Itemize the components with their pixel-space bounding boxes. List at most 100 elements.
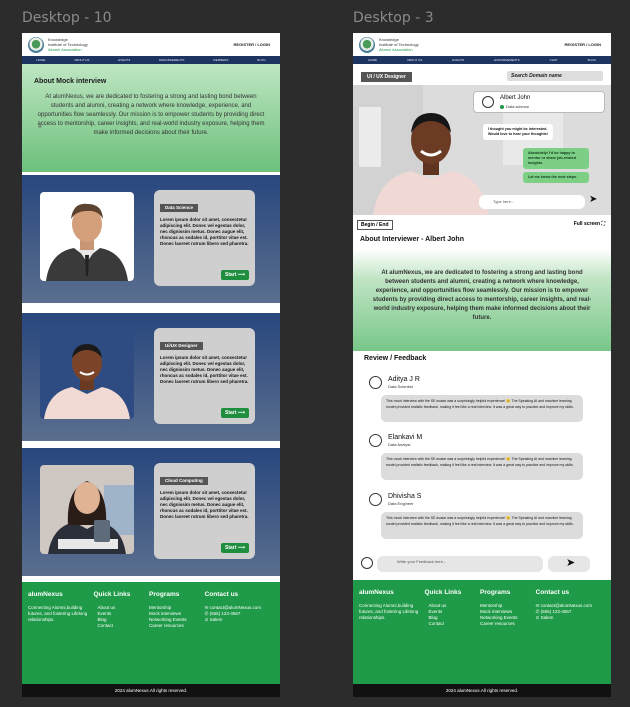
- frame-label-left: Desktop - 10: [22, 10, 112, 26]
- footer-programs: Programs Mentorship Mock interviews Netw…: [149, 591, 205, 674]
- footer-programs: Programs Mentorship Mock interviews Netw…: [480, 589, 536, 676]
- institute-logo-icon[interactable]: [28, 36, 44, 53]
- footer-email[interactable]: contact@alumNexus.com: [541, 603, 592, 608]
- register-login-link[interactable]: REGISTER / LOGIN: [234, 42, 270, 47]
- register-login-link[interactable]: REGISTER / LOGIN: [565, 42, 601, 47]
- reviewer-avatar-icon: [369, 493, 382, 506]
- user-avatar-icon: [361, 557, 373, 569]
- footer-contact: Contact us ✉ contact@alumNexus.com ✆ (55…: [204, 591, 274, 674]
- send-icon[interactable]: ➤: [566, 556, 575, 569]
- arrow-right-icon: ⟶: [237, 545, 245, 551]
- start-button[interactable]: Start ⟶: [221, 270, 249, 280]
- footer-email[interactable]: contact@alumNexus.com: [210, 605, 261, 610]
- desktop-3-frame: Knowledge Institute of Technology Alumni…: [353, 33, 611, 697]
- site-footer: alumNexus Connecting Alumni,building fut…: [353, 580, 611, 686]
- mentor-photo-3: [40, 465, 134, 554]
- reviewer-role: Data Scientist: [388, 384, 413, 389]
- phone-icon: ✆: [204, 611, 209, 616]
- footer-phone[interactable]: (555) 123-4567: [210, 611, 241, 616]
- review-text: This mock interview with the SE avatar w…: [381, 512, 583, 539]
- chat-input[interactable]: Type here...: [479, 195, 585, 209]
- arrow-right-icon: ⟶: [237, 272, 245, 278]
- nav-members[interactable]: MEMBERS: [213, 58, 228, 62]
- footer-brand-col: alumNexus Connecting Alumni,building fut…: [359, 589, 424, 676]
- nav-endorsements[interactable]: ENDORSEMENTS: [494, 58, 519, 62]
- start-button[interactable]: Start ⟶: [221, 408, 249, 418]
- footer-contact-title: Contact us: [535, 589, 570, 596]
- nav-chat[interactable]: CHAT: [550, 58, 558, 62]
- footer-program-4[interactable]: Career resources: [480, 621, 536, 627]
- fullscreen-icon: ⛶: [601, 221, 605, 227]
- interview-video-panel: Albert John Data science I thought you m…: [353, 85, 611, 215]
- role-tag: UI / UX Designer: [361, 72, 412, 82]
- send-icon[interactable]: ➤: [589, 194, 597, 205]
- nav-events[interactable]: EVENTS: [452, 58, 464, 62]
- chat-message-sent: Absolutely! I'd be happy to mentor or sh…: [523, 148, 589, 169]
- user-avatar-icon: [482, 96, 494, 108]
- arrow-right-icon: ⟶: [237, 410, 245, 416]
- reviewer-role: Data Engineer: [388, 501, 414, 506]
- domain-search-input[interactable]: Search Domain name: [507, 71, 603, 81]
- desktop-10-frame: Knowledge Institute of Technology Alumni…: [22, 33, 280, 697]
- nav-about[interactable]: ABOUT US: [407, 58, 422, 62]
- review-text: This mock interview with the SE avatar w…: [381, 395, 583, 422]
- footer-link-contact[interactable]: Contact: [428, 621, 480, 627]
- institute-name: Knowledge Institute of Technology Alumni…: [379, 37, 419, 52]
- mail-icon: ✉: [204, 605, 209, 610]
- footer-quick-links: Quick Links About us Events Blog Contact: [93, 591, 149, 674]
- chat-panel: Albert John Data science I thought you m…: [473, 91, 605, 211]
- interview-toolbar: UI / UX Designer Search Domain name: [353, 70, 611, 84]
- copyright: 2024 alumNexus.All rights reserved.: [22, 684, 280, 697]
- site-footer: alumNexus Connecting Alumni,building fut…: [22, 582, 280, 684]
- nav-blog[interactable]: BLOG: [588, 58, 596, 62]
- domain-card-data-science: Data Science Lorem ipsum dolor sit amet,…: [22, 175, 280, 303]
- reviewer-role: Data Analyst: [388, 442, 411, 447]
- reviewer-avatar-icon: [369, 376, 382, 389]
- nav-home[interactable]: HOME: [36, 58, 45, 62]
- review-title: Review / Feedback: [364, 355, 427, 362]
- main-nav: HOME ABOUT US EVENTS ENDORSEMENTS MEMBER…: [22, 56, 280, 64]
- review-text: This mock interview with the SE avatar w…: [381, 453, 583, 480]
- domain-info-card: Ui/UX Designer Lorem ipsum dolor sit ame…: [154, 328, 255, 424]
- phone-icon: ✆: [535, 609, 540, 614]
- domain-description: Lorem ipsum dolor sit amet, consectetur …: [160, 354, 249, 384]
- footer-brand: alumNexus: [359, 589, 394, 596]
- chat-user-name: Albert John: [500, 95, 531, 101]
- domain-info-card: Data Science Lorem ipsum dolor sit amet,…: [154, 190, 255, 286]
- location-icon: ⊙: [535, 615, 540, 620]
- domain-tag: Cloud Computing: [160, 476, 208, 485]
- footer-brand-text: Connecting Alumni,building futures, and …: [28, 605, 88, 622]
- chat-user-status: Data science: [506, 104, 530, 109]
- footer-link-contact[interactable]: Contact: [97, 623, 149, 629]
- nav-home[interactable]: HOME: [368, 58, 377, 62]
- site-header: Knowledge Institute of Technology Alumni…: [22, 33, 280, 56]
- about-mock-text: At alumNexus, we are dedicated to foster…: [37, 94, 265, 136]
- start-button[interactable]: Start ⟶: [221, 543, 249, 553]
- fullscreen-button[interactable]: Full screen ⛶: [574, 221, 605, 227]
- domain-card-uiux: Ui/UX Designer Lorem ipsum dolor sit ame…: [22, 313, 280, 441]
- institute-logo-icon[interactable]: [359, 36, 375, 53]
- footer-programs-title: Programs: [149, 591, 180, 598]
- location-icon: ⊙: [204, 617, 209, 622]
- institute-name: Knowledge Institute of Technology Alumni…: [48, 37, 88, 52]
- footer-quick-title: Quick Links: [424, 589, 462, 596]
- footer-phone[interactable]: (555) 123-4567: [541, 609, 572, 614]
- footer-program-4[interactable]: Career resources: [149, 623, 205, 629]
- nav-endorsements[interactable]: ENDORSEMENTS: [159, 58, 184, 62]
- footer-brand-text: Connecting Alumni,building futures, and …: [359, 603, 419, 620]
- start-button-label: Start: [225, 272, 237, 278]
- start-button-label: Start: [225, 545, 237, 551]
- nav-blog[interactable]: BLOG: [257, 58, 265, 62]
- about-mock-section: About Mock interview At alumNexus, we ar…: [22, 64, 280, 172]
- footer-brand: alumNexus: [28, 591, 63, 598]
- fullscreen-label: Full screen: [573, 221, 601, 227]
- mentor-photo-2: [40, 330, 134, 419]
- begin-end-button[interactable]: Begin / End: [357, 220, 393, 230]
- main-nav: HOME ABOUT US EVENTS ENDORSEMENTS CHAT B…: [353, 56, 611, 64]
- reviewer-avatar-icon: [369, 434, 382, 447]
- feedback-input[interactable]: Write your Feedback here...: [377, 556, 543, 572]
- nav-events[interactable]: EVENTS: [118, 58, 130, 62]
- mail-icon: ✉: [535, 603, 540, 608]
- reviewer-name: Aditya J R: [388, 376, 420, 383]
- nav-about[interactable]: ABOUT US: [74, 58, 89, 62]
